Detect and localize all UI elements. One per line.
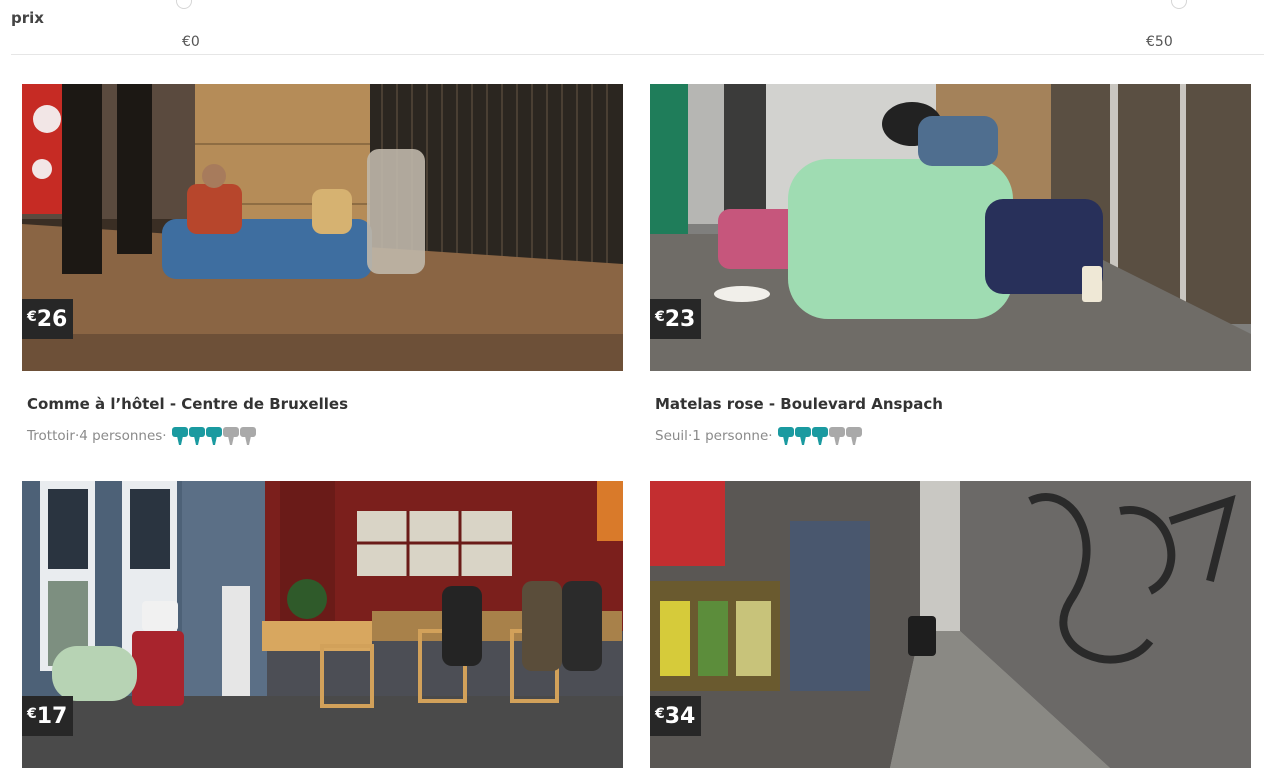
listing-type: Seuil xyxy=(655,428,688,444)
listing-capacity: 4 personnes xyxy=(79,428,163,444)
price-slider-max-handle[interactable] xyxy=(1171,0,1187,9)
price-filter-label: prix xyxy=(11,9,44,27)
thumbs-down-icon xyxy=(222,426,239,446)
thumbs-down-icon xyxy=(239,426,256,446)
rating xyxy=(777,426,862,446)
price-badge: €23 xyxy=(650,299,702,339)
price-min-value: €0 xyxy=(182,34,200,50)
listing-card[interactable]: €23 Matelas rose - Boulevard Anspach Seu… xyxy=(650,84,1251,445)
listing-capacity: 1 personne xyxy=(692,428,769,444)
price-badge: €26 xyxy=(22,299,74,339)
listing-meta: Trottoir · 4 personnes · xyxy=(27,426,256,446)
listing-type: Trottoir xyxy=(27,428,75,444)
listing-title[interactable]: Matelas rose - Boulevard Anspach xyxy=(655,395,943,413)
thumbs-down-icon xyxy=(205,426,222,446)
thumbs-down-icon xyxy=(794,426,811,446)
listing-meta: Seuil · 1 personne · xyxy=(655,426,862,446)
price-badge: €34 xyxy=(650,696,702,736)
thumbs-down-icon xyxy=(171,426,188,446)
listing-title[interactable]: Comme à l’hôtel - Centre de Bruxelles xyxy=(27,395,348,413)
listing-card[interactable]: €34 xyxy=(650,481,1251,768)
listing-photo[interactable]: €17 xyxy=(22,481,623,768)
rating xyxy=(171,426,256,446)
price-max-value: €50 xyxy=(1146,34,1173,50)
thumbs-down-icon xyxy=(845,426,862,446)
thumbs-down-icon xyxy=(811,426,828,446)
price-filter: prix €0 €50 xyxy=(0,0,1264,56)
price-badge: €17 xyxy=(22,696,74,736)
listing-photo[interactable]: €26 xyxy=(22,84,623,371)
listing-card[interactable]: €26 Comme à l’hôtel - Centre de Bruxelle… xyxy=(22,84,623,445)
price-slider-min-handle[interactable] xyxy=(176,0,192,9)
thumbs-down-icon xyxy=(828,426,845,446)
thumbs-down-icon xyxy=(777,426,794,446)
filter-divider xyxy=(11,54,1264,55)
thumbs-down-icon xyxy=(188,426,205,446)
listing-photo[interactable]: €34 xyxy=(650,481,1251,768)
listing-photo[interactable]: €23 xyxy=(650,84,1251,371)
listing-card[interactable]: €17 xyxy=(22,481,623,768)
